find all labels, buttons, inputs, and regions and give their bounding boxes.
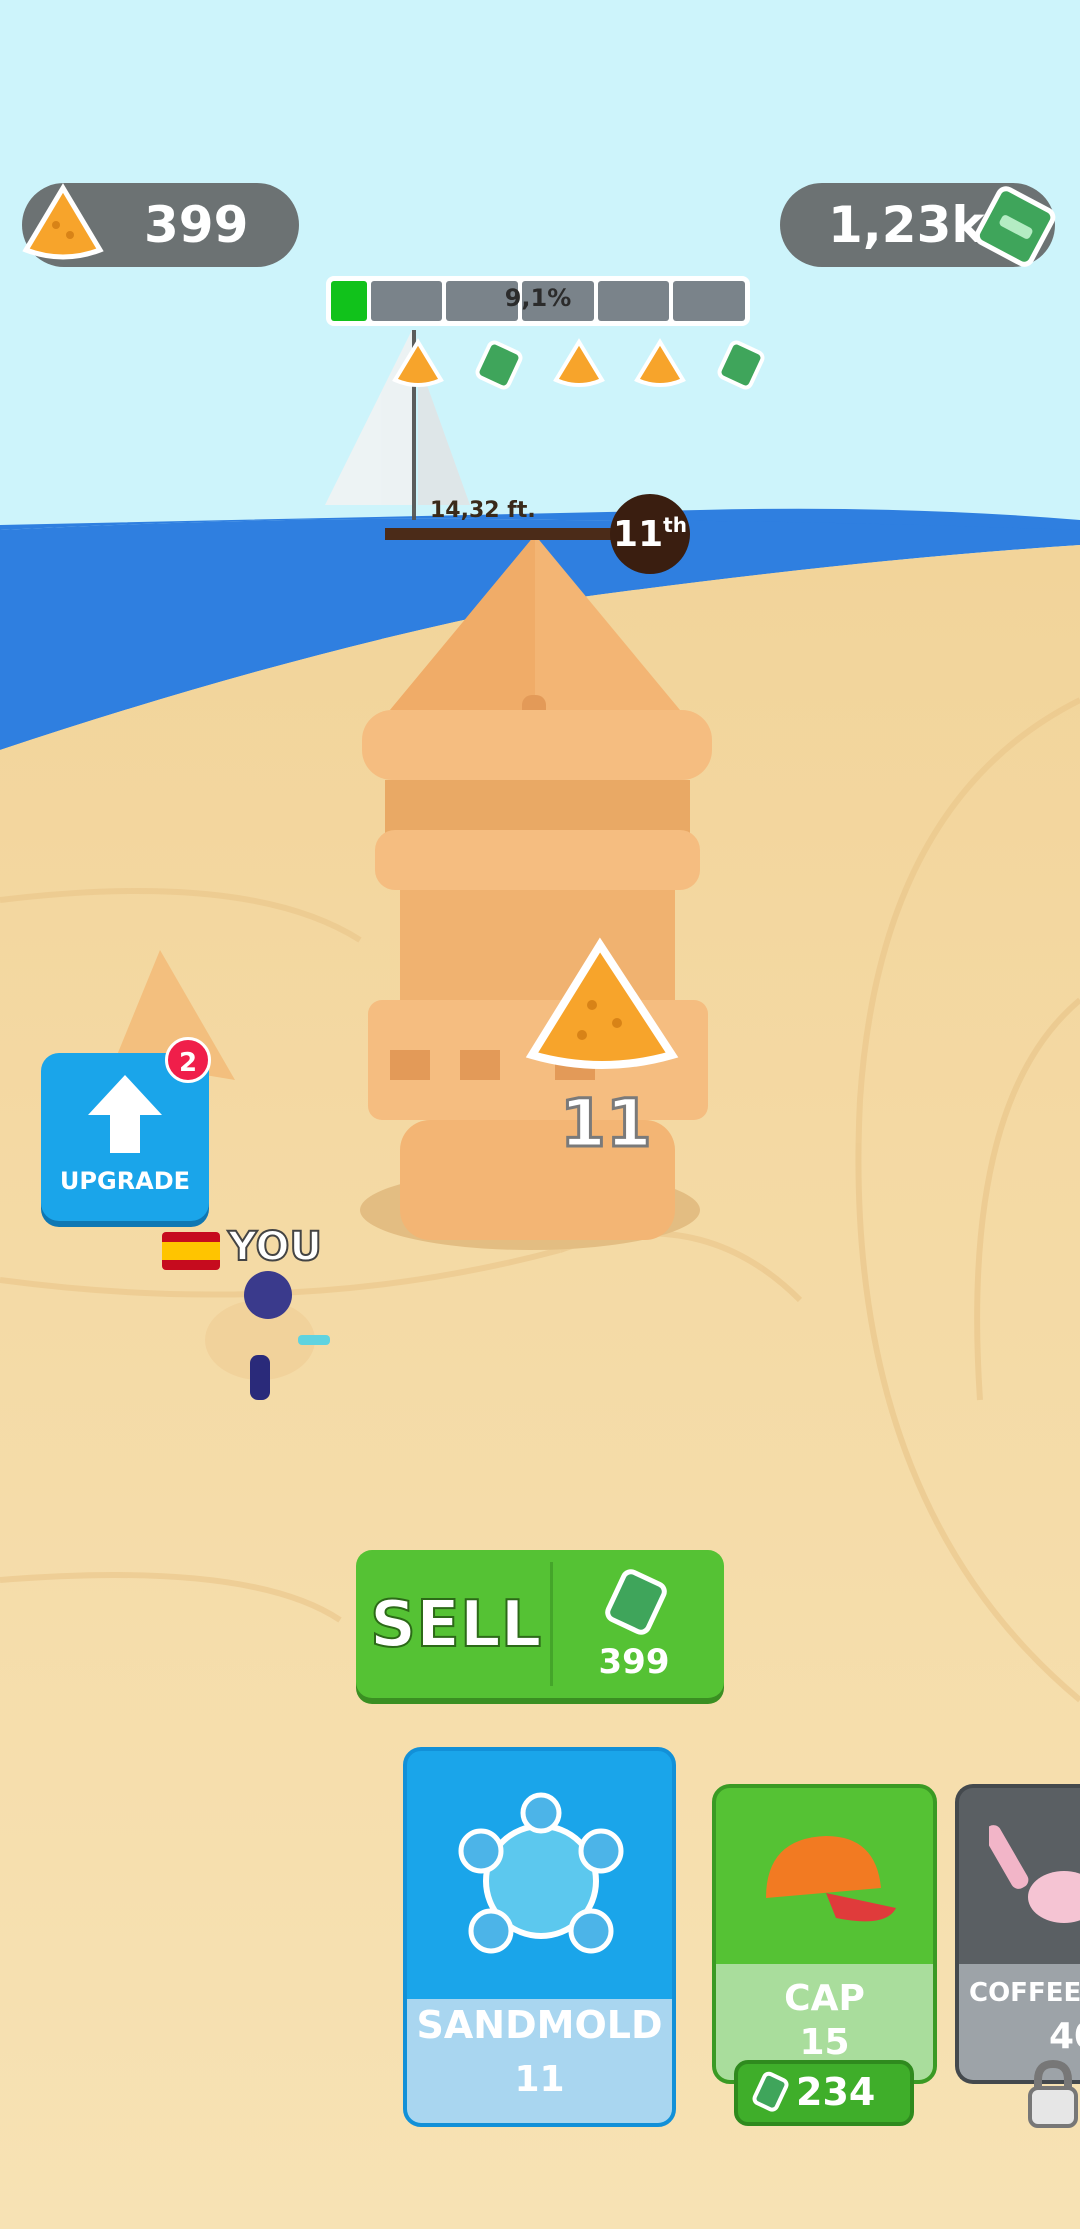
cash-counter: 1,23k xyxy=(780,183,1056,267)
cash-count: 1,23k xyxy=(828,196,985,254)
shop-card-coffees[interactable]: COFFEES 40 xyxy=(955,1784,1080,2084)
sell-label: SELL xyxy=(369,1587,542,1663)
cap-icon xyxy=(766,1836,896,1922)
shop-item-name: CAP xyxy=(784,1978,865,2019)
cap-price: 234 xyxy=(796,2070,876,2114)
cash-icon xyxy=(605,1569,667,1635)
rank-badge: 11 th xyxy=(610,494,690,574)
progress-percent: 9,1% xyxy=(504,284,572,312)
shop-item-value: 40 xyxy=(1049,2016,1080,2057)
cash-icon xyxy=(974,186,1056,267)
shop-item-value: 11 xyxy=(514,2059,565,2100)
player-name: YOU xyxy=(227,1223,323,1271)
player-character xyxy=(205,1271,330,1400)
level-progress-bar: 9,1% xyxy=(326,276,750,326)
shop-item-name: SANDMOLD xyxy=(416,2003,663,2047)
rank-suffix: th xyxy=(663,513,687,537)
upgrade-badge: 2 xyxy=(165,1037,211,1083)
tower-height-label: 14,32 ft. xyxy=(430,498,536,523)
shop-item-name: COFFEES xyxy=(969,1978,1080,2008)
lock-icon xyxy=(1028,2060,1078,2128)
shop-item-value: 15 xyxy=(799,2022,850,2063)
sand-requirement-count: 11 xyxy=(559,1084,654,1164)
upgrade-button[interactable]: UPGRADE 2 xyxy=(41,1037,211,1221)
sand-counter: 399 xyxy=(22,183,299,267)
cash-icon xyxy=(752,2071,789,2112)
cap-buy-button[interactable]: 234 xyxy=(734,2060,914,2126)
reward-sand-icon xyxy=(553,338,605,387)
shop-card-cap[interactable]: CAP 15 xyxy=(712,1784,937,2084)
reward-sand-icon xyxy=(634,338,686,387)
reward-cash-icon xyxy=(717,340,765,390)
rank-number: 11 xyxy=(613,513,664,555)
sand-pile-icon xyxy=(22,183,104,260)
arrow-up-icon xyxy=(88,1075,162,1153)
height-marker-bar xyxy=(385,528,625,540)
sell-value: 399 xyxy=(598,1642,670,1682)
sand-count: 399 xyxy=(144,196,249,254)
shovel-icon xyxy=(989,1825,1080,1923)
upgrade-label: UPGRADE xyxy=(59,1167,191,1195)
sell-button[interactable]: SELL 399 xyxy=(356,1550,724,1698)
reward-sand-icon xyxy=(392,338,444,387)
sand-requirement-icon xyxy=(525,937,679,1069)
sandmold-icon xyxy=(458,1792,624,1954)
reward-cash-icon xyxy=(475,340,523,390)
shop-card-sandmold[interactable]: SANDMOLD 11 xyxy=(403,1747,676,2127)
